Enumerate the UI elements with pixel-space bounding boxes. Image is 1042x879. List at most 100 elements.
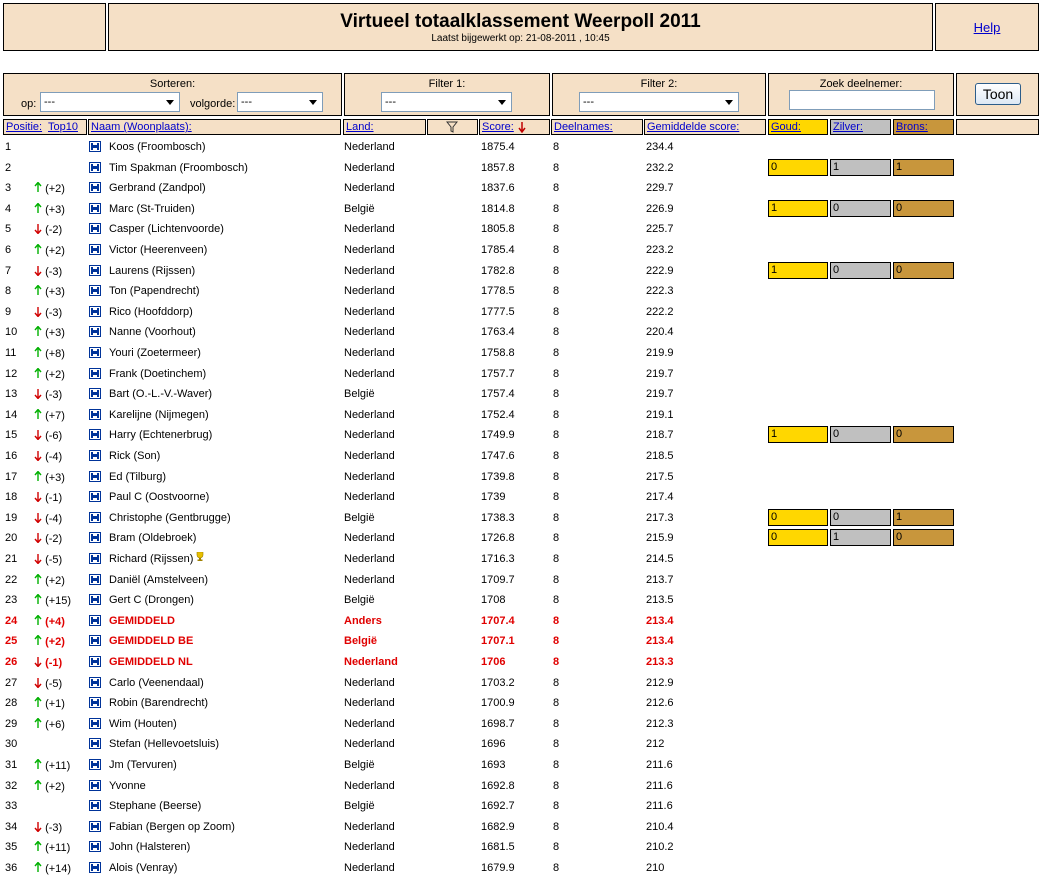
row-change: (+2) [34,779,65,793]
player-detail-icon[interactable] [89,676,101,688]
row-deelnames: 8 [553,532,560,545]
row-land: Nederland [344,491,395,504]
arrow-down-icon [34,533,42,544]
row-change-value: (-1) [45,492,63,505]
player-detail-icon[interactable] [89,347,101,358]
row-deelnames: 8 [553,326,560,339]
player-detail-icon[interactable] [89,367,101,379]
row-position: 28 [5,697,18,710]
table-row: 28 (+1) Robin (Barendrecht) Nederland 1700.… [0,693,1042,714]
filter1-select[interactable]: --- [381,92,512,112]
sort-land-link[interactable]: Land: [346,121,374,133]
player-detail-icon[interactable] [89,717,101,729]
row-change: (-3) [34,306,62,319]
row-deelnames: 8 [553,841,560,854]
row-deelnames: 8 [553,676,560,689]
player-detail-icon[interactable] [89,264,101,276]
row-brons: 1 [893,508,954,526]
player-detail-icon[interactable] [89,285,101,297]
sort-score-link[interactable]: Score: [482,121,514,133]
row-land: Anders [344,614,382,627]
player-detail-icon[interactable] [89,532,101,544]
arrow-up-icon [34,861,42,872]
row-land: Nederland [344,367,395,380]
player-detail-icon[interactable] [89,202,101,214]
arrow-up-icon [34,634,42,646]
sort-deelnames-link[interactable]: Deelnames: [554,121,613,133]
player-detail-icon[interactable] [89,573,101,585]
player-detail-icon[interactable] [89,553,101,564]
row-change-value: (+2) [45,574,65,587]
player-detail-icon[interactable] [89,326,101,338]
player-detail-icon[interactable] [89,656,101,667]
sort-order-select[interactable]: --- [237,92,323,112]
player-detail-icon[interactable] [89,862,101,873]
row-gemiddelde: 211.6 [646,800,673,813]
chevron-down-icon [498,100,506,105]
search-panel: Zoek deelnemer: [768,73,954,116]
player-detail-icon[interactable] [89,491,101,503]
player-detail-icon[interactable] [89,244,101,255]
table-row: 2 Tim Spakman (Froombosch) Nederland 1857.8… [0,158,1042,179]
row-land: Nederland [344,244,395,256]
sort-positie-link[interactable]: Positie: [6,121,42,133]
sort-brons-link[interactable]: Brons: [896,121,928,133]
row-deelnames: 8 [553,223,560,236]
player-detail-icon[interactable] [89,635,101,647]
table-row: 17 (+3) Ed (Tilburg) Nederland 1739.8 8 217.5 [0,467,1042,488]
row-name: Jm (Tervuren) [109,759,177,771]
filter1-panel: Filter 1: --- [344,73,550,116]
col-header-naam: Naam (Woonplaats): [88,119,341,135]
row-deelnames: 8 [553,779,560,792]
player-detail-icon[interactable] [89,841,101,853]
player-detail-icon[interactable] [89,779,101,791]
row-change-value: (+1) [45,698,65,711]
sort-op-value: --- [44,96,55,108]
filter2-select[interactable]: --- [579,92,739,112]
help-link[interactable]: Help [974,20,1001,35]
arrow-down-icon [34,265,42,277]
row-brons: 0 [893,199,954,217]
row-land: Nederland [344,697,395,710]
row-gemiddelde: 217.5 [646,470,674,483]
player-detail-icon[interactable] [89,223,101,235]
sort-top10-link[interactable]: Top10 [48,121,78,133]
row-score: 1679.9 [481,862,515,874]
chevron-down-icon [309,100,317,105]
sort-zilver-link[interactable]: Zilver: [833,121,863,133]
player-detail-icon[interactable] [89,594,101,606]
row-gemiddelde: 225.7 [646,223,674,236]
player-detail-icon[interactable] [89,141,101,152]
filter2-panel: Filter 2: --- [552,73,766,116]
row-change-value: (-2) [45,224,63,237]
player-detail-icon[interactable] [89,305,101,317]
sort-naam-link[interactable]: Naam (Woonplaats): [91,121,192,133]
player-detail-icon[interactable] [89,408,101,420]
player-detail-icon[interactable] [89,470,101,482]
sort-goud-link[interactable]: Goud: [771,121,801,133]
row-land: Nederland [344,305,395,318]
row-change-value: (-3) [45,821,63,834]
row-land: Nederland [344,326,395,339]
row-gemiddelde: 234.4 [646,141,674,153]
player-detail-icon[interactable] [89,429,101,441]
player-detail-icon[interactable] [89,759,101,770]
player-detail-icon[interactable] [89,614,101,626]
player-detail-icon[interactable] [89,511,101,523]
player-detail-icon[interactable] [89,800,101,812]
player-detail-icon[interactable] [89,738,101,750]
row-change-value: (+3) [45,471,65,484]
player-detail-icon[interactable] [89,388,101,400]
player-detail-icon[interactable] [89,450,101,461]
row-change: (+2) [34,573,65,587]
sort-gemiddelde-link[interactable]: Gemiddelde score: [647,121,739,133]
player-detail-icon[interactable] [89,182,101,194]
search-input[interactable] [789,90,935,110]
toon-button[interactable]: Toon [975,83,1021,105]
filter-icon[interactable] [446,121,458,133]
player-detail-icon[interactable] [89,161,101,173]
sort-op-select[interactable]: --- [40,92,180,112]
player-detail-icon[interactable] [89,820,101,832]
player-detail-icon[interactable] [89,697,101,709]
row-goud: 0 [768,508,828,526]
